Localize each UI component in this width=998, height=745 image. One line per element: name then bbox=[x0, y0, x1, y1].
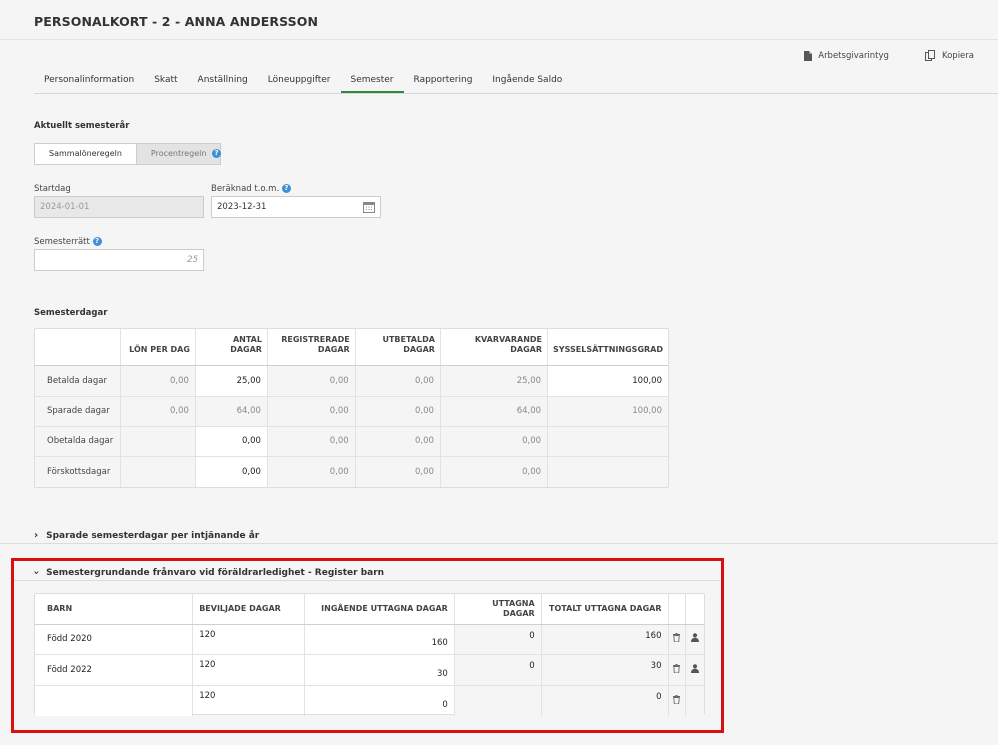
tab-semester[interactable]: Semester bbox=[340, 70, 404, 93]
antal-cell[interactable]: 0,00 bbox=[195, 456, 268, 487]
table-row: Sparade dagar 0,00 64,00 0,00 0,00 64,00… bbox=[35, 396, 668, 427]
column-header-lon: LÖN PER DAG bbox=[120, 329, 196, 366]
kvarvarande-cell: 25,00 bbox=[440, 365, 549, 397]
column-header-utbetalda: UTBETALDA DAGAR bbox=[355, 329, 441, 366]
sammaloneregeln-option[interactable]: Sammalöneregeln bbox=[34, 143, 137, 165]
table-row: Förskottsdagar 0,00 0,00 0,00 0,00 bbox=[35, 456, 668, 487]
semesterdagar-heading: Semesterdagar bbox=[34, 308, 108, 318]
sysselsattningsgrad-cell bbox=[547, 426, 668, 457]
highlight-box bbox=[11, 558, 724, 733]
rule-help-icon[interactable]: ? bbox=[212, 149, 221, 158]
tab-ingaende-saldo[interactable]: Ingående Saldo bbox=[482, 70, 572, 93]
beraknad-label: Beräknad t.o.m. bbox=[211, 184, 280, 194]
procentregeln-option[interactable]: Procentregeln bbox=[136, 143, 222, 165]
arbetsgivarintyg-button[interactable]: Arbetsgivarintyg bbox=[804, 50, 889, 61]
tab-rapportering[interactable]: Rapportering bbox=[404, 70, 483, 93]
startdag-field: 2024-01-01 bbox=[34, 196, 204, 218]
chevron-right-icon: › bbox=[34, 530, 39, 541]
table-row: Obetalda dagar 0,00 0,00 0,00 0,00 bbox=[35, 426, 668, 457]
sparade-section-toggle[interactable]: › Sparade semesterdagar per intjänande å… bbox=[34, 530, 259, 541]
registrerade-cell: 0,00 bbox=[267, 365, 356, 397]
tab-bar: Personalinformation Skatt Anställning Lö… bbox=[34, 70, 998, 94]
beraknad-help-icon[interactable]: ? bbox=[281, 184, 291, 193]
beraknad-field[interactable]: 2023-12-31 bbox=[211, 196, 381, 218]
tab-anstallning[interactable]: Anställning bbox=[188, 70, 258, 93]
semesterratt-help-icon[interactable]: ? bbox=[92, 237, 102, 246]
antal-cell[interactable]: 25,00 bbox=[195, 365, 268, 397]
column-header-antal: ANTAL DAGAR bbox=[195, 329, 268, 366]
column-header-sysselsattningsgrad: SYSSELSÄTTNINGSGRAD bbox=[547, 329, 668, 366]
utbetalda-cell: 0,00 bbox=[355, 396, 441, 427]
document-icon bbox=[804, 50, 813, 61]
arbetsgivarintyg-label: Arbetsgivarintyg bbox=[818, 50, 889, 61]
semesterratt-label: Semesterrätt bbox=[34, 237, 90, 247]
semesterratt-field[interactable]: 25 bbox=[34, 249, 204, 271]
registrerade-cell: 0,00 bbox=[267, 456, 356, 487]
utbetalda-cell: 0,00 bbox=[355, 365, 441, 397]
row-label: Sparade dagar bbox=[35, 396, 122, 427]
registrerade-cell: 0,00 bbox=[267, 396, 356, 427]
semesterdagar-table: LÖN PER DAG ANTAL DAGAR REGISTRERADE DAG… bbox=[34, 328, 669, 488]
lon-cell: 0,00 bbox=[120, 365, 196, 397]
section-divider bbox=[0, 543, 998, 544]
tab-skatt[interactable]: Skatt bbox=[144, 70, 187, 93]
tab-personalinformation[interactable]: Personalinformation bbox=[34, 70, 144, 93]
semesterdagar-header-row: LÖN PER DAG ANTAL DAGAR REGISTRERADE DAG… bbox=[35, 329, 668, 366]
table-row: Betalda dagar 0,00 25,00 0,00 0,00 25,00… bbox=[35, 365, 668, 397]
lon-cell bbox=[120, 426, 196, 457]
sparade-heading: Sparade semesterdagar per intjänande år bbox=[46, 530, 260, 541]
row-label: Betalda dagar bbox=[35, 365, 122, 397]
kvarvarande-cell: 64,00 bbox=[440, 396, 549, 427]
column-header-registrerade: REGISTRERADE DAGAR bbox=[267, 329, 356, 366]
kopiera-button[interactable]: Kopiera bbox=[924, 50, 974, 61]
page-title: PERSONALKORT - 2 - ANNA ANDERSSON bbox=[34, 14, 319, 29]
rule-toggle: Sammalöneregeln Procentregeln bbox=[34, 143, 222, 165]
antal-cell[interactable]: 0,00 bbox=[195, 426, 268, 457]
kopiera-label: Kopiera bbox=[941, 50, 974, 61]
utbetalda-cell: 0,00 bbox=[355, 456, 441, 487]
utbetalda-cell: 0,00 bbox=[355, 426, 441, 457]
row-label: Obetalda dagar bbox=[35, 426, 122, 457]
kvarvarande-cell: 0,00 bbox=[440, 426, 549, 457]
beraknad-value: 2023-12-31 bbox=[217, 202, 267, 212]
sysselsattningsgrad-cell bbox=[547, 456, 668, 487]
semesterar-heading: Aktuellt semesterår bbox=[34, 121, 130, 131]
column-header-kvarvarande: KVARVARANDE DAGAR bbox=[440, 329, 549, 366]
column-header bbox=[35, 329, 122, 366]
copy-icon bbox=[924, 50, 935, 61]
registrerade-cell: 0,00 bbox=[267, 426, 356, 457]
page-header: PERSONALKORT - 2 - ANNA ANDERSSON bbox=[0, 0, 998, 40]
action-bar: Arbetsgivarintyg Kopiera bbox=[804, 50, 974, 61]
tab-loneuppgifter[interactable]: Löneuppgifter bbox=[258, 70, 341, 93]
sysselsattningsgrad-cell[interactable]: 100,00 bbox=[547, 365, 668, 397]
semesterratt-label-wrap: Semesterrätt ? bbox=[34, 237, 102, 247]
startdag-label: Startdag bbox=[34, 184, 71, 194]
beraknad-label-wrap: Beräknad t.o.m. ? bbox=[211, 184, 291, 194]
calendar-icon[interactable] bbox=[363, 201, 375, 213]
row-label: Förskottsdagar bbox=[35, 456, 122, 487]
antal-cell: 64,00 bbox=[195, 396, 268, 427]
lon-cell bbox=[120, 456, 196, 487]
kvarvarande-cell: 0,00 bbox=[440, 456, 549, 487]
lon-cell: 0,00 bbox=[120, 396, 196, 427]
sysselsattningsgrad-cell: 100,00 bbox=[547, 396, 668, 427]
